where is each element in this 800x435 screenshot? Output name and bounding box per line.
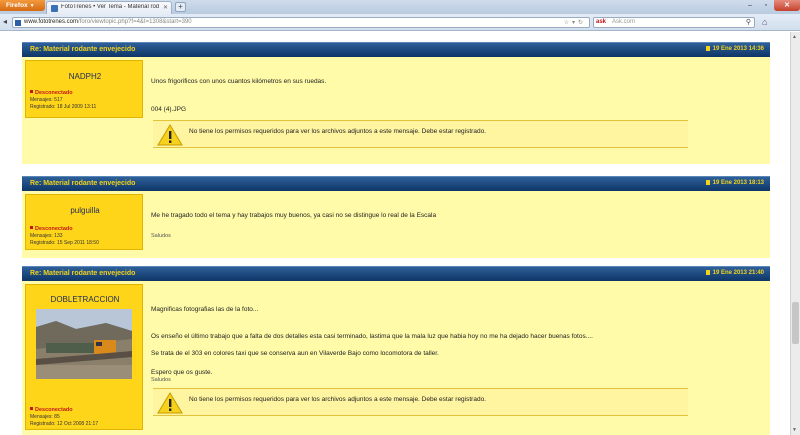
close-tab-icon[interactable]: ✕ xyxy=(163,4,168,11)
post-date: 19 Ene 2013 14:36 xyxy=(705,46,764,52)
status-badge: Desconectado xyxy=(30,90,73,96)
forum-page: Re: Material rodante envejecido 19 Ene 2… xyxy=(0,32,790,435)
scrollbar-thumb[interactable] xyxy=(792,302,799,344)
firefox-menu-button[interactable]: Firefox ▼ xyxy=(0,0,45,11)
notice-text: No tiene los permisos requeridos para ve… xyxy=(189,128,486,135)
notice-text: No tiene los permisos requeridos para ve… xyxy=(189,396,486,403)
author-registered: Registrado: 18 Jul 2009 13:11 xyxy=(30,104,97,110)
avatar xyxy=(36,309,132,379)
status-text: Desconectado xyxy=(35,226,73,232)
post-text: Magnificas fotografias las de la foto... xyxy=(151,306,259,313)
post-title[interactable]: Re: Material rodante envejecido xyxy=(30,46,135,53)
minimize-icon[interactable]: – xyxy=(742,0,758,11)
author-posts-count: Mensajes: 133 xyxy=(30,233,63,239)
author-name[interactable]: NADPH2 xyxy=(26,72,144,81)
post-text: Espero que os guste. xyxy=(151,369,213,376)
url-path: /foro/viewtopic.php?f=4&t=1308&start=390 xyxy=(78,19,192,25)
author-posts-count: Mensajes: 517 xyxy=(30,97,63,103)
post-icon xyxy=(705,46,710,51)
search-icon[interactable]: ⚲ xyxy=(746,18,751,26)
bookmark-reload-icons[interactable]: ☆▾↻ xyxy=(564,19,586,26)
forum-post: Re: Material rodante envejecido 19 Ene 2… xyxy=(22,176,770,258)
post-text: Me he tragado todo el tema y hay trabajo… xyxy=(151,212,437,219)
site-favicon-icon xyxy=(51,5,58,12)
close-window-icon[interactable]: ✕ xyxy=(774,0,800,11)
post-header: Re: Material rodante envejecido 19 Ene 2… xyxy=(22,266,770,281)
home-icon[interactable]: ⌂ xyxy=(762,17,767,27)
navigation-bar: ◂ www.fototrenes.com/foro/viewtopic.php?… xyxy=(0,14,800,31)
author-registered: Registrado: 15 Sep 2011 18:50 xyxy=(30,240,99,246)
status-text: Desconectado xyxy=(35,90,73,96)
offline-icon xyxy=(30,226,33,229)
author-name[interactable]: pulguilla xyxy=(26,206,144,215)
post-date-text: 19 Ene 2013 21:40 xyxy=(712,270,764,276)
post-header: Re: Material rodante envejecido 19 Ene 2… xyxy=(22,42,770,57)
post-text: Os enseño el último trabajo que a falta … xyxy=(151,333,593,340)
attachment-notice: No tiene los permisos requeridos para ve… xyxy=(153,388,688,416)
status-badge: Desconectado xyxy=(30,407,73,413)
forum-post: Re: Material rodante envejecido 19 Ene 2… xyxy=(22,266,770,435)
tab-title: FotoTrenes • Ver Tema - Material rodante… xyxy=(61,4,159,10)
back-icon[interactable]: ◂ xyxy=(3,17,7,26)
author-posts-count: Mensajes: 85 xyxy=(30,414,60,420)
post-date: 19 Ene 2013 21:40 xyxy=(705,270,764,276)
post-date-text: 19 Ene 2013 18:13 xyxy=(712,180,764,186)
warning-icon xyxy=(157,124,183,146)
attachment-notice: No tiene los permisos requeridos para ve… xyxy=(153,120,688,148)
post-icon xyxy=(705,180,710,185)
post-title[interactable]: Re: Material rodante envejecido xyxy=(30,270,135,277)
attachment-name: 004 (4).JPG xyxy=(151,106,187,113)
offline-icon xyxy=(30,407,33,410)
search-input[interactable]: Ask.com xyxy=(612,19,635,25)
maximize-icon[interactable]: ▫ xyxy=(758,0,774,11)
post-signature: Saludos xyxy=(151,233,171,239)
tab-bar: Firefox ▼ FotoTrenes • Ver Tema - Materia… xyxy=(0,0,800,14)
author-panel: NADPH2 Desconectado Mensajes: 517 Regist… xyxy=(25,60,143,118)
author-registered: Registrado: 12 Oct 2008 21:17 xyxy=(30,421,99,427)
post-icon xyxy=(705,270,710,275)
post-date: 19 Ene 2013 18:13 xyxy=(705,180,764,186)
browser-tab[interactable]: FotoTrenes • Ver Tema - Material rodante… xyxy=(46,1,172,14)
firefox-menu-label: Firefox xyxy=(6,2,28,9)
post-signature: Saludos xyxy=(151,377,171,383)
url-host: www.fototrenes.com xyxy=(24,19,79,25)
page-scrollbar[interactable]: ▲ ▼ xyxy=(790,32,800,435)
author-panel: pulguilla Desconectado Mensajes: 133 Reg… xyxy=(25,194,143,250)
address-bar[interactable]: www.fototrenes.com/foro/viewtopic.php?f=… xyxy=(12,17,590,28)
author-name[interactable]: DOBLETRACCION xyxy=(26,295,144,304)
post-date-text: 19 Ene 2013 14:36 xyxy=(712,46,764,52)
offline-icon xyxy=(30,90,33,93)
window-controls: – ▫ ✕ xyxy=(742,0,800,14)
site-identity-icon[interactable] xyxy=(15,20,21,26)
status-text: Desconectado xyxy=(35,407,73,413)
search-engine-icon[interactable]: ask xyxy=(596,19,606,25)
url-text[interactable]: www.fototrenes.com/foro/viewtopic.php?f=… xyxy=(24,19,192,25)
search-bar[interactable]: ask Ask.com ⚲ xyxy=(593,17,755,28)
chevron-down-icon: ▼ xyxy=(29,3,35,9)
forum-post: Re: Material rodante envejecido 19 Ene 2… xyxy=(22,42,770,164)
browser-window: Firefox ▼ FotoTrenes • Ver Tema - Materia… xyxy=(0,0,800,435)
warning-icon xyxy=(157,392,183,414)
new-tab-button[interactable]: + xyxy=(175,2,186,12)
post-text: Unos frigorificos con unos cuantos kilóm… xyxy=(151,78,327,85)
post-title[interactable]: Re: Material rodante envejecido xyxy=(30,180,135,187)
post-header: Re: Material rodante envejecido 19 Ene 2… xyxy=(22,176,770,191)
scroll-down-icon[interactable]: ▼ xyxy=(792,427,797,433)
scroll-up-icon[interactable]: ▲ xyxy=(792,34,797,40)
post-text: Se trata de el 303 en colores taxi que s… xyxy=(151,350,439,357)
status-badge: Desconectado xyxy=(30,226,73,232)
author-panel: DOBLETRACCION Desconectado Mensajes: 85 … xyxy=(25,284,143,430)
